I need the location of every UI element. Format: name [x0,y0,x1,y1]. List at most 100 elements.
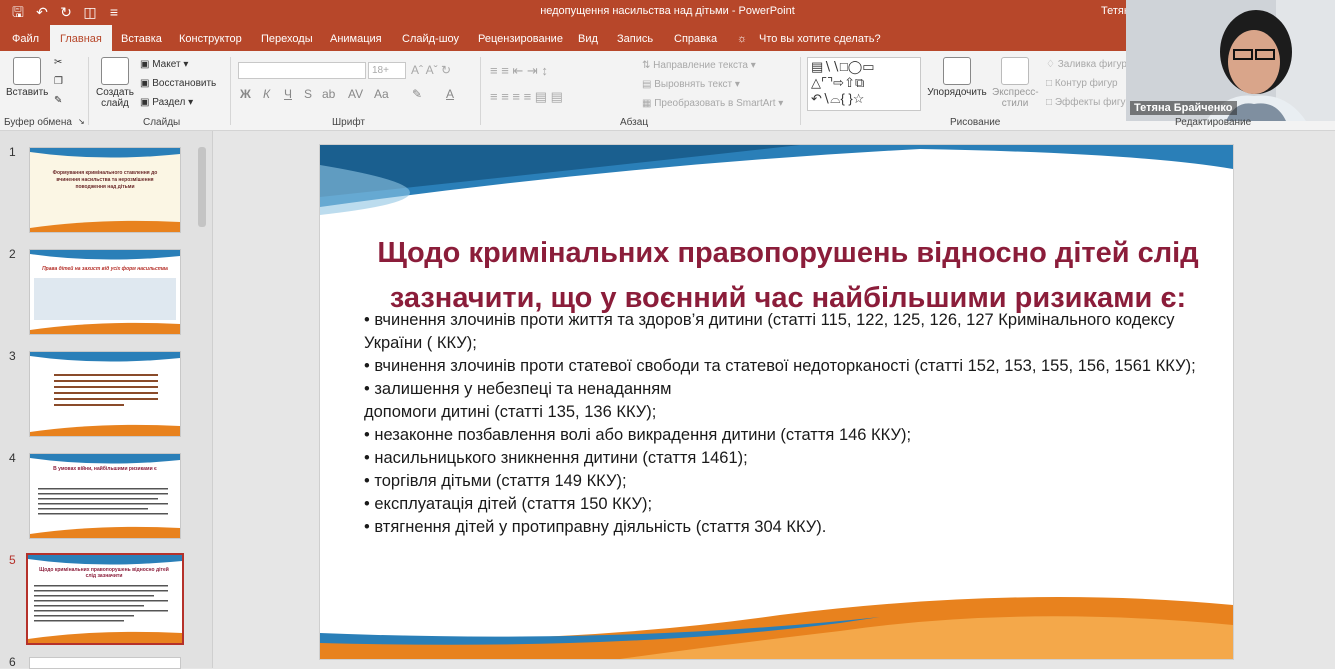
font-color-icon[interactable]: A [446,87,454,101]
shape-effects-label: Эффекты фигур [1054,97,1131,108]
tab-review[interactable]: Рецензирование [478,25,563,51]
paste-button[interactable]: Вставить [6,57,48,98]
section-label: Раздел [152,97,186,108]
layout-button[interactable]: ▣ Макет ▾ [140,59,188,70]
slide-canvas[interactable]: Щодо кримінальних правопорушень відносно… [319,144,1234,660]
bullet-item: • втягнення дітей у протиправну діяльніс… [364,518,827,536]
arrange-icon [943,57,971,85]
text-direction-button[interactable]: ⇅ Направление текста ▾ [642,60,756,71]
tab-help[interactable]: Справка [674,25,717,51]
shapes-gallery[interactable]: ▤∖∖□◯▭ △⌜⌝⇨⇧⧉ ↶∖⌓{ }☆ [807,57,921,111]
lightbulb-icon: ☼ [737,33,748,45]
thumb-number: 2 [9,247,16,261]
slide-thumbnail-5[interactable]: Щодо кримінальних правопорушень відносно… [26,553,184,645]
tab-design[interactable]: Конструктор [179,25,242,51]
bullet-item: • залишення у небезпеці та ненаданням до… [364,380,672,421]
tab-transitions[interactable]: Переходы [261,25,313,51]
thumb-title: Щодо кримінальних правопорушень відносно… [39,567,169,579]
smartart-label: Преобразовать в SmartArt [654,98,776,109]
new-slide-button[interactable]: Создать слайд [96,57,134,109]
tell-me-search[interactable]: Что вы хотите сделать? [759,25,881,51]
slide-thumbnail-6[interactable] [29,657,181,669]
tab-home[interactable]: Главная [50,25,112,51]
tab-slideshow[interactable]: Слайд-шоу [402,25,459,51]
slide-title[interactable]: Щодо кримінальних правопорушень відносно… [368,231,1208,321]
new-slide-icon [101,57,129,85]
section-button[interactable]: ▣ Раздел ▾ [140,97,193,108]
underline-button[interactable]: Ч [284,87,292,101]
group-label-font: Шрифт [332,117,365,128]
thumb-number: 3 [9,349,16,363]
bullet-item: • вчинення злочинів проти статевої свобо… [364,357,1196,375]
paste-label: Вставить [6,87,49,98]
strikethrough-button[interactable]: S [304,87,312,101]
quick-styles-icon [1001,57,1029,85]
thumb-number: 5 [9,553,16,567]
tab-record[interactable]: Запись [617,25,653,51]
smartart-button[interactable]: ▦ Преобразовать в SmartArt ▾ [642,98,783,109]
grow-font-icon[interactable]: Aˆ Aˇ ↻ [411,63,451,77]
separator [230,57,231,125]
shape-outline-label: Контур фигур [1054,78,1118,89]
reset-button[interactable]: ▣ Восстановить [140,78,216,89]
change-case-icon[interactable]: Aa [374,87,389,101]
webcam-name-label: Тетяна Брайченко [1130,101,1237,115]
bold-button[interactable]: Ж [240,87,251,101]
thumb-title: Формування кримінального ставлення до вч… [52,170,158,190]
tab-animations[interactable]: Анимация [330,25,382,51]
shape-outline-button[interactable]: □ Контур фигур [1046,78,1118,89]
slide-body[interactable]: • вчинення злочинів проти життя та здоро… [364,309,1204,539]
highlight-icon[interactable]: ✎ [412,87,422,101]
group-label-clipboard: Буфер обмена [4,117,72,128]
bullet-item: • насильницького зникнення дитини (статт… [364,449,748,467]
char-spacing-icon[interactable]: ab [322,87,335,101]
tab-insert[interactable]: Вставка [121,25,162,51]
thumb-title: Права дітей на захист від усіх форм наси… [42,266,168,272]
bullet-item: • незаконне позбавлення волі або викраде… [364,426,912,444]
tab-view[interactable]: Вид [578,25,598,51]
cut-icon[interactable]: ✂ [54,57,62,68]
separator [480,57,481,125]
separator [800,57,801,125]
shape-effects-button[interactable]: □ Эффекты фигур [1046,97,1131,108]
text-direction-label: Направление текста [653,60,748,71]
bullet-item: • торгівля дітьми (стаття 149 ККУ); [364,472,627,490]
align-text-label: Выровнять текст [654,79,733,90]
shape-fill-button[interactable]: ♢ Заливка фигур [1046,59,1127,70]
slide-thumbnail-1[interactable]: Формування кримінального ставлення до вч… [29,147,181,233]
group-label-slides: Слайды [143,117,181,128]
slide-thumbnail-2[interactable]: Права дітей на захист від усіх форм наси… [29,249,181,335]
thumb-title: В умовах війни, найбільшими ризиками є [53,466,157,472]
font-name-field[interactable] [238,62,366,79]
align-icons[interactable]: ≡ ≡ ≡ ≡ ▤ ▤ [490,89,563,105]
thumb-swoosh [30,250,180,334]
arrange-button[interactable]: Упорядочить [924,57,990,98]
copy-icon[interactable]: ❐ [54,76,63,87]
shape-fill-label: Заливка фигур [1057,59,1127,70]
tab-file[interactable]: Файл [12,25,39,51]
group-label-editing: Редактирование [1175,117,1252,128]
slide-thumbnail-panel[interactable]: 1 Формування кримінального ставлення до … [0,131,213,669]
separator [88,57,89,125]
thumb-number: 1 [9,145,16,159]
group-label-paragraph: Абзац [620,117,649,128]
thumbnail-scrollbar[interactable] [198,147,206,227]
bullet-item: • вчинення злочинів проти життя та здоро… [364,311,1175,352]
italic-button[interactable]: К [263,87,270,101]
align-text-button[interactable]: ▤ Выровнять текст ▾ [642,79,740,90]
format-painter-icon[interactable]: ✎ [54,95,62,106]
thumb-number: 6 [9,655,16,669]
layout-label: Макет [152,59,181,70]
bullet-item: • експлуатація дітей (стаття 150 ККУ); [364,495,653,513]
group-label-drawing: Рисование [950,117,1001,128]
font-size-field[interactable]: 18+ [368,62,406,79]
slide-thumbnail-3[interactable] [29,351,181,437]
spacing-icon[interactable]: AV [348,87,363,101]
new-slide-label: Создать слайд [96,87,135,109]
clipboard-launcher-icon[interactable]: ↘ [78,117,85,126]
clipboard-icon [13,57,41,85]
bullets-icon[interactable]: ≡ ≡ ⇤ ⇥ ↕ [490,63,548,79]
slide-thumbnail-4[interactable]: В умовах війни, найбільшими ризиками є [29,453,181,539]
reset-label: Восстановить [152,78,217,89]
quick-styles-button[interactable]: Экспресс-стили [992,57,1039,109]
